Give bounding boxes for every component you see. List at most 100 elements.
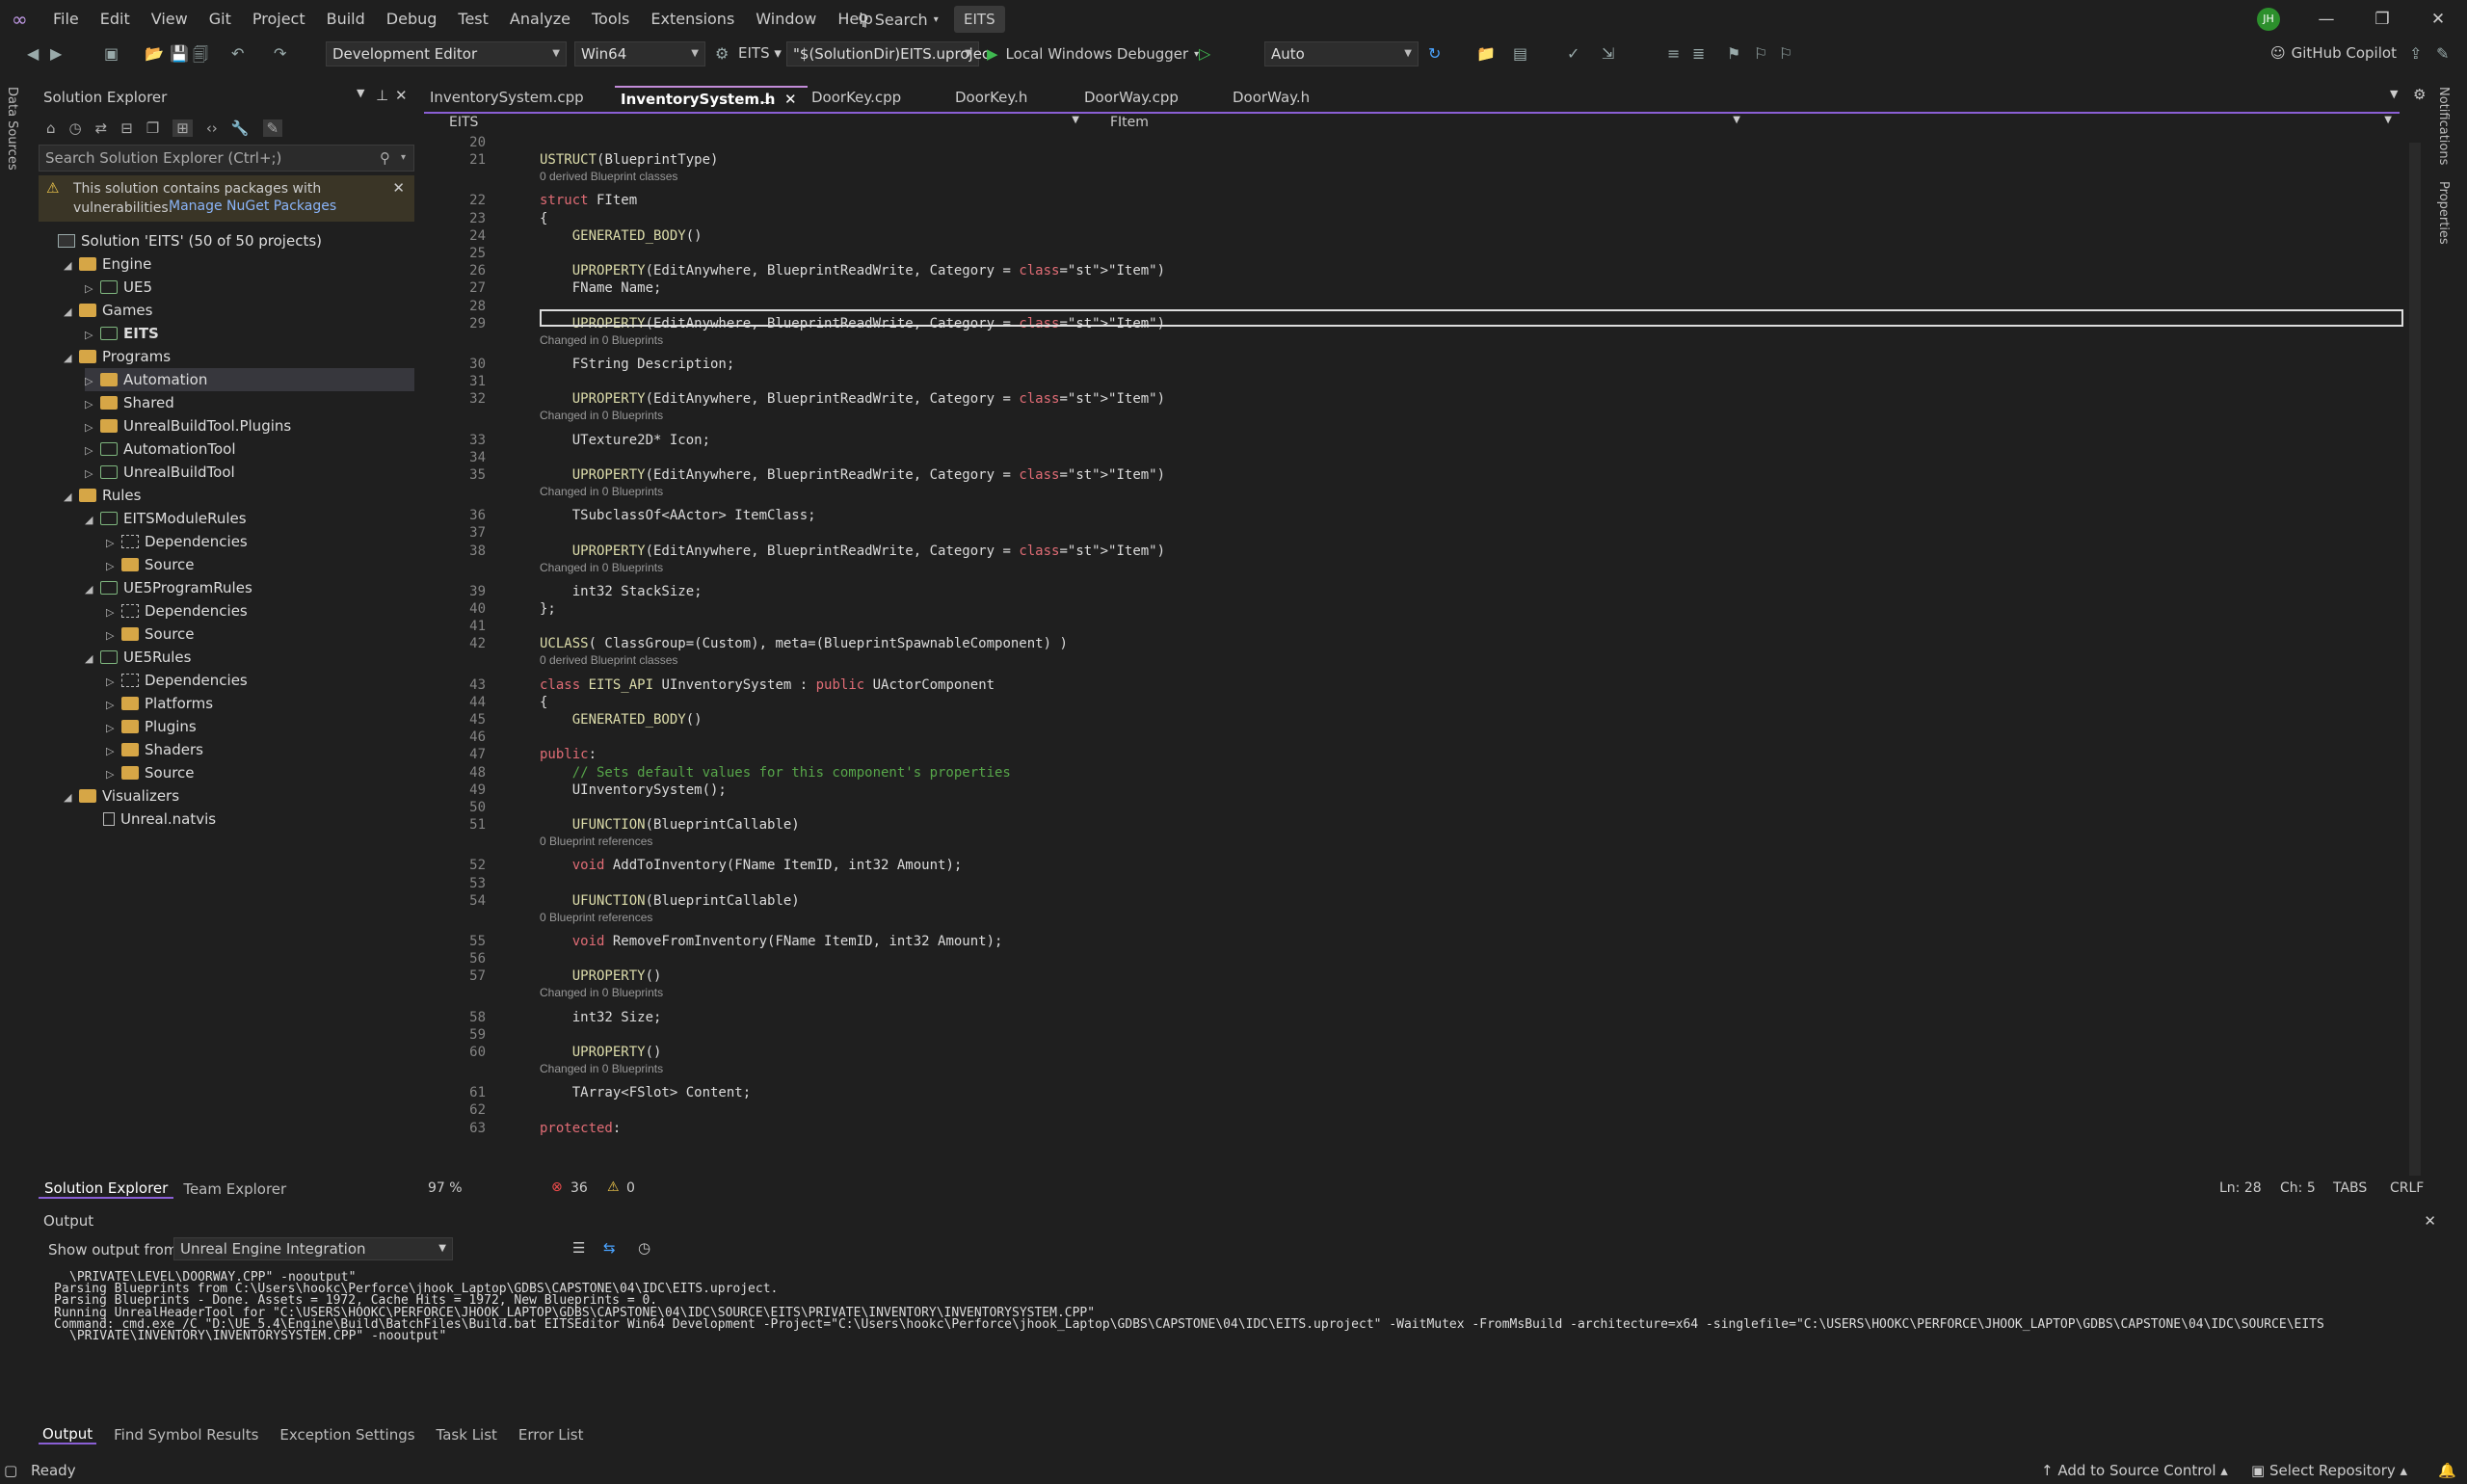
expand-toggle-icon[interactable]: ▷ <box>106 671 119 694</box>
configuration-dropdown[interactable]: Development Editor ▼ <box>326 41 567 66</box>
close-window-button[interactable]: ✕ <box>2419 6 2457 33</box>
add-source-control-button[interactable]: ↑ Add to Source Control ▴ <box>2041 1462 2228 1479</box>
preview-icon[interactable]: ✎ <box>262 119 283 137</box>
code-line[interactable]: protected: <box>540 1121 621 1136</box>
expand-toggle-icon[interactable]: ◢ <box>85 509 98 532</box>
word-wrap-icon[interactable]: ⇆ <box>603 1239 616 1257</box>
codelens-hint[interactable]: Changed in 0 Blueprints <box>540 986 663 999</box>
platform-dropdown[interactable]: Win64 ▼ <box>574 41 705 66</box>
tree-item[interactable]: ▷ Dependencies <box>106 530 414 553</box>
data-sources-tab[interactable]: Data Sources <box>2 87 19 171</box>
tree-item[interactable]: ▷ AutomationTool <box>85 437 414 461</box>
expand-toggle-icon[interactable]: ▷ <box>85 439 98 463</box>
column-number[interactable]: Ch: 5 <box>2280 1180 2316 1196</box>
line-number[interactable]: Ln: 28 <box>2219 1180 2262 1196</box>
code-line[interactable]: // Sets default values for this componen… <box>540 765 1011 781</box>
menu-test[interactable]: Test <box>447 0 499 39</box>
editor-scrollbar[interactable] <box>2409 143 2421 1176</box>
outdent-icon[interactable]: ≣ <box>1692 44 1705 63</box>
history-icon[interactable]: ◷ <box>69 119 82 137</box>
code-line[interactable]: int32 Size; <box>540 1010 662 1025</box>
expand-toggle-icon[interactable]: ◢ <box>64 786 77 809</box>
code-line[interactable]: }; <box>540 601 556 617</box>
code-line[interactable]: int32 StackSize; <box>540 584 703 599</box>
code-line[interactable]: GENERATED_BODY() <box>540 228 703 244</box>
new-item-icon[interactable]: ▣ <box>104 44 119 63</box>
spell-check-icon[interactable]: ✓ <box>1567 44 1579 63</box>
startup-project-dropdown[interactable]: EITS ▾ <box>738 44 782 62</box>
warning-count[interactable]: 0 <box>626 1180 635 1196</box>
tab-inventorysystem-cpp[interactable]: InventorySystem.cpp <box>424 86 613 109</box>
sync-icon[interactable]: ⇄ <box>95 119 108 137</box>
code-line[interactable]: UPROPERTY(EditAnywhere, BlueprintReadWri… <box>540 263 1165 278</box>
code-line[interactable]: struct FItem <box>540 193 637 208</box>
tab-doorway-h[interactable]: DoorWay.h <box>1227 86 1362 109</box>
open-folder-icon[interactable]: 📂 <box>145 44 164 63</box>
tab-solution-explorer[interactable]: Solution Explorer <box>39 1179 174 1199</box>
tree-item[interactable]: ▷ UnrealBuildTool.Plugins <box>85 414 414 437</box>
expand-toggle-icon[interactable]: ◢ <box>64 301 77 324</box>
clear-all-icon[interactable]: ☰ <box>572 1239 585 1257</box>
code-line[interactable]: class EITS_API UInventorySystem : public… <box>540 677 995 693</box>
tab-team-explorer[interactable]: Team Explorer <box>183 1180 286 1198</box>
forward-nav-icon[interactable]: ▶ <box>50 44 62 63</box>
member-dropdown[interactable]: ▼ <box>1750 115 2396 134</box>
tree-item[interactable]: ◢ Visualizers <box>64 784 414 808</box>
expand-toggle-icon[interactable]: ▷ <box>106 601 119 624</box>
dropdown-icon[interactable]: ▼ <box>357 87 364 99</box>
tab-overflow-icon[interactable]: ▼ <box>2390 88 2398 100</box>
expand-toggle-icon[interactable]: ▷ <box>85 393 98 416</box>
minimize-button[interactable]: — <box>2307 6 2346 33</box>
notifications-tab[interactable]: Notifications <box>2436 87 2451 165</box>
expand-toggle-icon[interactable]: ▷ <box>106 532 119 555</box>
expand-toggle-icon[interactable]: ◢ <box>64 254 77 278</box>
solution-name-badge[interactable]: EITS <box>954 6 1005 33</box>
codelens-hint[interactable]: 0 Blueprint references <box>540 835 652 848</box>
expand-toggle-icon[interactable]: ▷ <box>106 763 119 786</box>
expand-toggle-icon[interactable]: ▷ <box>85 370 98 393</box>
tree-item[interactable]: ▷ UE5 <box>85 276 414 299</box>
close-output-icon[interactable]: ✕ <box>2424 1212 2436 1230</box>
codelens-hint[interactable]: 0 derived Blueprint classes <box>540 653 677 667</box>
code-line[interactable]: UInventorySystem(); <box>540 782 727 798</box>
code-line[interactable]: UPROPERTY() <box>540 1045 662 1060</box>
code-editor[interactable]: 20 21 USTRUCT(BlueprintType) 0 derived Blue… <box>424 135 2400 1178</box>
tab-find-symbol-results[interactable]: Find Symbol Results <box>110 1426 262 1444</box>
tree-item[interactable]: ▷ Dependencies <box>106 599 414 623</box>
menu-edit[interactable]: Edit <box>90 0 141 39</box>
indent-mode[interactable]: TABS <box>2333 1180 2367 1196</box>
menu-project[interactable]: Project <box>242 0 316 39</box>
menu-analyze[interactable]: Analyze <box>499 0 581 39</box>
tree-item[interactable]: ▷ Automation <box>85 368 414 391</box>
vs-logo-icon[interactable]: ∞ <box>12 8 37 31</box>
code-line[interactable]: { <box>540 211 547 226</box>
codelens-hint[interactable]: Changed in 0 Blueprints <box>540 561 663 574</box>
zoom-level[interactable]: 97 % <box>428 1180 463 1196</box>
line-ending[interactable]: CRLF <box>2390 1180 2424 1196</box>
code-line[interactable]: UPROPERTY(EditAnywhere, BlueprintReadWri… <box>540 543 1165 559</box>
codelens-hint[interactable]: 0 Blueprint references <box>540 911 652 924</box>
tab-doorway-cpp[interactable]: DoorWay.cpp <box>1078 86 1213 109</box>
expand-toggle-icon[interactable]: ▷ <box>85 278 98 301</box>
menu-view[interactable]: View <box>141 0 199 39</box>
code-line[interactable]: UCLASS( ClassGroup=(Custom), meta=(Bluep… <box>540 636 1068 651</box>
code-line[interactable]: FName Name; <box>540 280 662 296</box>
refresh-icon[interactable]: ↻ <box>1428 44 1441 63</box>
output-source-dropdown[interactable]: Unreal Engine Integration ▼ <box>173 1237 453 1260</box>
menu-git[interactable]: Git <box>199 0 242 39</box>
codelens-hint[interactable]: 0 derived Blueprint classes <box>540 170 677 183</box>
code-line[interactable]: UTexture2D* Icon; <box>540 433 710 448</box>
browse-icon[interactable]: 📁 <box>1476 44 1496 63</box>
expand-toggle-icon[interactable]: ▷ <box>85 463 98 486</box>
properties-icon[interactable]: 🔧 <box>231 119 250 137</box>
save-icon[interactable]: 💾 <box>170 44 189 63</box>
prev-bookmark-icon[interactable]: ⚐ <box>1754 44 1767 63</box>
expand-toggle-icon[interactable]: ▷ <box>85 324 98 347</box>
menu-tools[interactable]: Tools <box>581 0 640 39</box>
save-all-icon[interactable]: 🗐 <box>193 44 208 70</box>
project-scope-dropdown[interactable]: EITS ▼ <box>428 115 1083 134</box>
notification-bell-icon[interactable]: 🔔 <box>2438 1462 2456 1479</box>
codelens-hint[interactable]: Changed in 0 Blueprints <box>540 333 663 347</box>
expand-toggle-icon[interactable]: ◢ <box>64 347 77 370</box>
tree-item[interactable]: ▷ Plugins <box>106 715 414 738</box>
